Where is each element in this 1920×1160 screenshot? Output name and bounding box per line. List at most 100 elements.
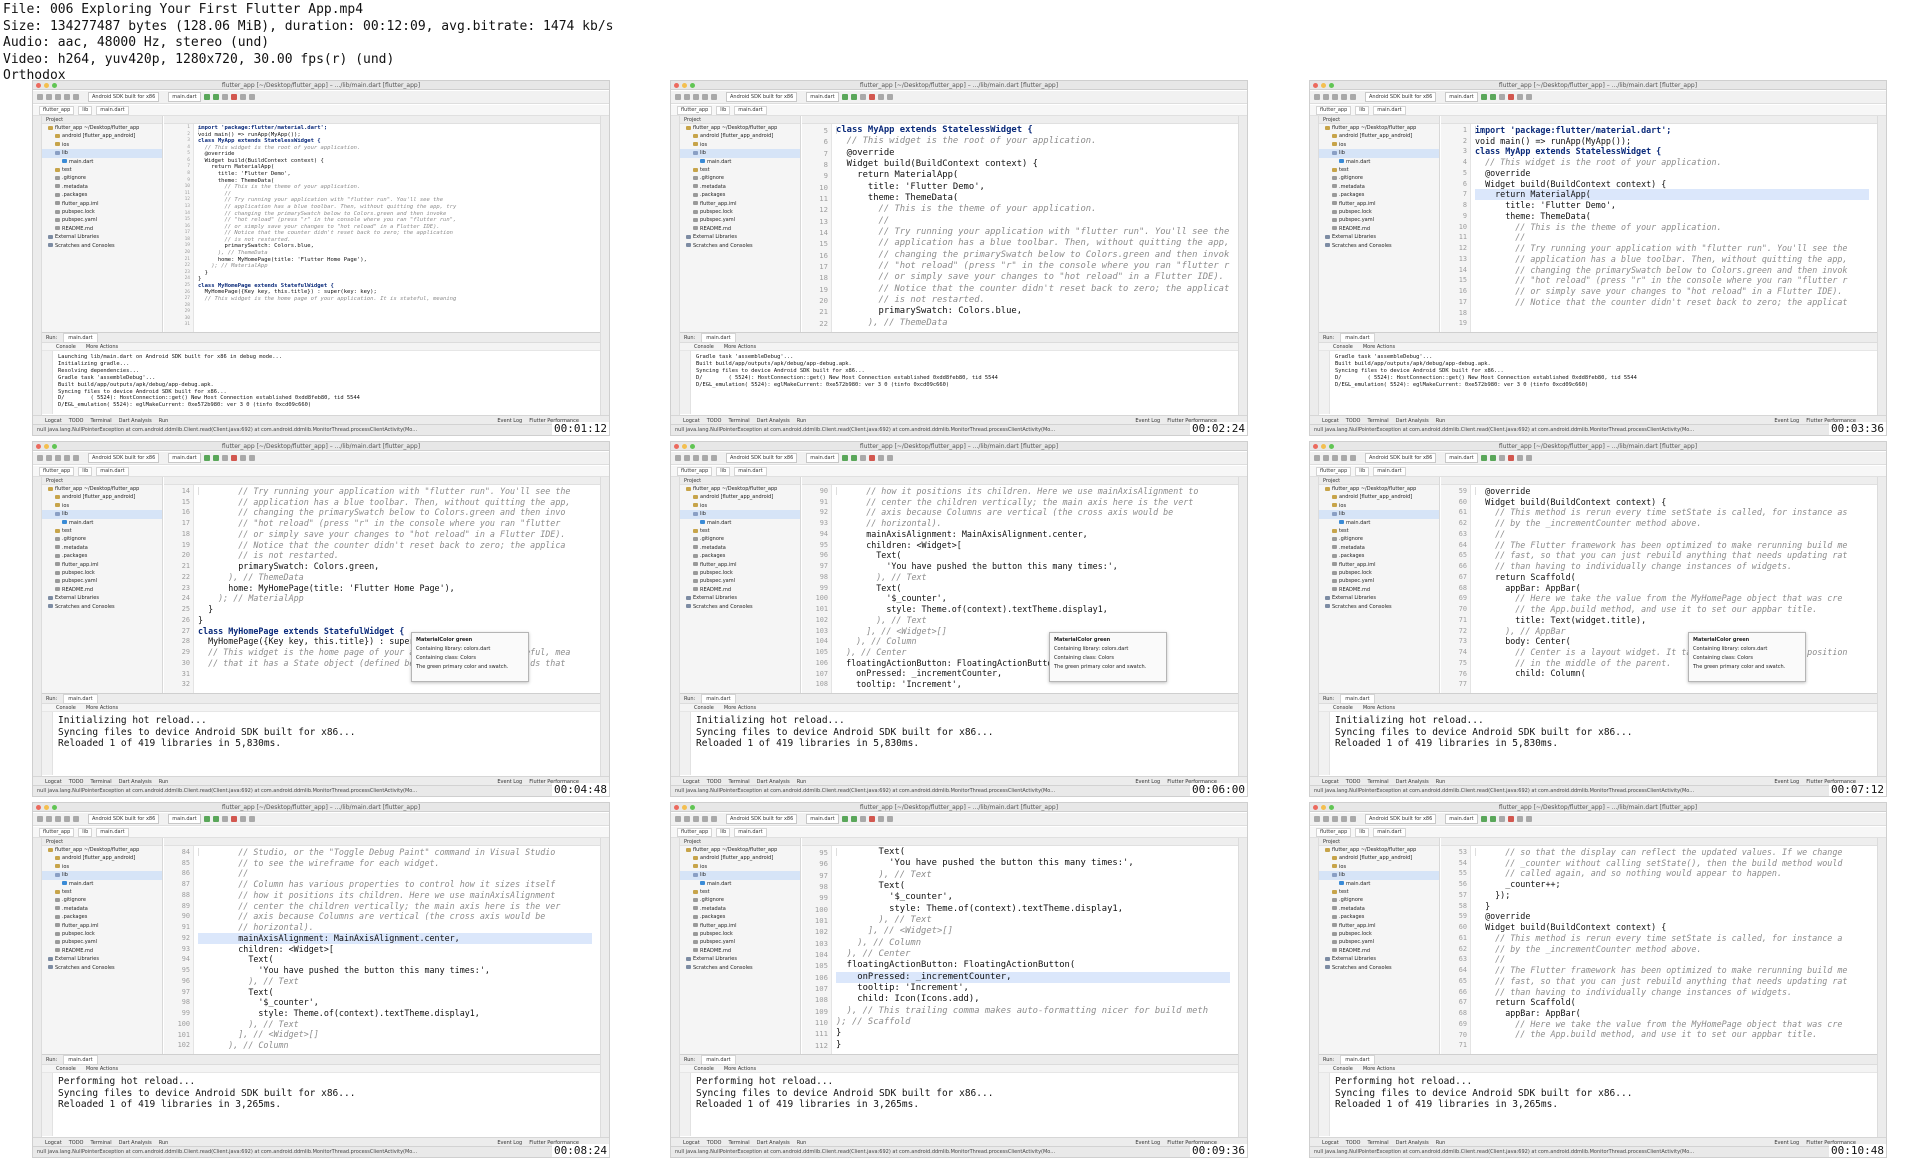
hot-reload-icon[interactable] bbox=[221, 94, 228, 100]
breadcrumb-item[interactable]: lib bbox=[78, 827, 93, 837]
tool-tab[interactable]: TODO bbox=[69, 779, 84, 785]
avd-manager-icon[interactable] bbox=[248, 94, 255, 100]
project-tree-item[interactable]: External Libraries bbox=[42, 233, 162, 241]
project-tree-item[interactable]: lib bbox=[1319, 510, 1439, 519]
run-panel-actions[interactable] bbox=[42, 1073, 53, 1136]
tool-tab[interactable]: Run bbox=[159, 418, 169, 424]
code-line[interactable]: // to see the wireframe for each widget. bbox=[198, 858, 592, 869]
project-tree-item[interactable]: flutter_app.iml bbox=[1319, 922, 1439, 930]
project-tree-item[interactable]: pubspec.lock bbox=[1319, 569, 1439, 577]
project-tree-item[interactable]: pubspec.lock bbox=[42, 208, 162, 216]
code-line[interactable]: mainAxisAlignment: MainAxisAlignment.cen… bbox=[198, 932, 592, 944]
project-tree-item[interactable]: pubspec.yaml bbox=[1319, 577, 1439, 585]
code-line[interactable]: // center the children vertically; the m… bbox=[836, 497, 1230, 508]
tool-tab[interactable]: Run bbox=[797, 779, 807, 785]
code-line[interactable]: // Here we take the value from the MyHom… bbox=[1475, 1019, 1869, 1030]
code-line[interactable]: // fast, so that you can just rebuild an… bbox=[1475, 550, 1869, 561]
project-tree-item[interactable]: flutter_app.iml bbox=[1319, 561, 1439, 569]
project-tree-item[interactable]: lib bbox=[1319, 871, 1439, 880]
breadcrumb-item[interactable]: flutter_app bbox=[39, 827, 75, 837]
project-tree-item[interactable]: ios bbox=[1319, 502, 1439, 510]
code-line[interactable]: // or simply save your changes to "hot r… bbox=[198, 529, 592, 540]
stop-icon[interactable] bbox=[868, 455, 875, 461]
code-line[interactable]: primarySwatch: Colors.blue, bbox=[198, 243, 592, 250]
device-selector[interactable]: Android SDK built for x86 bbox=[726, 453, 798, 463]
debug-icon[interactable] bbox=[212, 816, 219, 822]
project-tree-item[interactable]: .metadata bbox=[42, 183, 162, 191]
code-line[interactable]: MyHomePage({Key key, this.title}) : supe… bbox=[198, 289, 592, 296]
code-editor[interactable]: main.dart 5 67 8 910 11 1213 14 1516 17 1819 20 212… bbox=[802, 116, 1238, 332]
sync-icon[interactable] bbox=[55, 94, 61, 100]
project-tree-item[interactable]: External Libraries bbox=[680, 594, 800, 602]
project-tree-item[interactable]: .gitignore bbox=[42, 535, 162, 543]
project-tree-item[interactable]: External Libraries bbox=[680, 955, 800, 963]
sdk-manager-icon[interactable] bbox=[239, 94, 246, 100]
project-tree-item[interactable]: flutter_app ~/Desktop/flutter_app bbox=[680, 485, 800, 493]
code-line[interactable]: }); bbox=[1475, 890, 1869, 901]
ide-screenshot-tile[interactable]: flutter_app [~/Desktop/flutter_app] – ..… bbox=[32, 802, 610, 1158]
project-tree-item[interactable]: main.dart bbox=[42, 158, 162, 166]
code-editor[interactable]: main.dart 141516171819202122232425262728… bbox=[164, 477, 600, 693]
right-tool-strip[interactable] bbox=[600, 477, 609, 785]
save-icon[interactable] bbox=[1323, 455, 1329, 461]
tool-tab[interactable]: Logcat bbox=[683, 418, 700, 424]
project-panel-header[interactable]: Project bbox=[680, 838, 800, 846]
project-tree-item[interactable]: .packages bbox=[1319, 191, 1439, 199]
project-tree-item[interactable]: README.md bbox=[42, 225, 162, 233]
run-icon[interactable] bbox=[203, 816, 210, 822]
back-icon[interactable] bbox=[702, 455, 708, 461]
forward-icon[interactable] bbox=[73, 94, 79, 100]
folder-icon[interactable] bbox=[675, 94, 681, 100]
project-tree-item[interactable]: .metadata bbox=[1319, 183, 1439, 191]
project-tree-item[interactable]: flutter_app.iml bbox=[42, 922, 162, 930]
code-editor[interactable]: main.dart 123456789101112131415161718192… bbox=[164, 116, 600, 332]
project-tree-item[interactable]: flutter_app ~/Desktop/flutter_app bbox=[680, 124, 800, 132]
console-tab[interactable]: More Actions bbox=[1363, 1066, 1395, 1072]
run-config-selector[interactable]: main.dart bbox=[1445, 453, 1478, 463]
code-line[interactable]: ), // Text bbox=[836, 870, 1230, 881]
code-line[interactable]: // Try running your application with "fl… bbox=[198, 486, 592, 497]
device-selector[interactable]: Android SDK built for x86 bbox=[88, 453, 160, 463]
project-tree-item[interactable]: Scratches and Consoles bbox=[1319, 964, 1439, 972]
code-line[interactable]: home: MyHomePage(title: 'Flutter Home Pa… bbox=[198, 257, 592, 264]
save-icon[interactable] bbox=[46, 94, 52, 100]
project-tree-item[interactable]: .gitignore bbox=[680, 174, 800, 182]
breadcrumb-item[interactable]: main.dart bbox=[734, 827, 767, 837]
code-line[interactable]: // how it positions its children. Here w… bbox=[198, 890, 592, 901]
project-tree-item[interactable]: pubspec.lock bbox=[680, 208, 800, 216]
sdk-manager-icon[interactable] bbox=[239, 455, 246, 461]
project-tree-item[interactable]: android [flutter_app_android] bbox=[42, 132, 162, 140]
run-icon[interactable] bbox=[841, 94, 848, 100]
debug-icon[interactable] bbox=[212, 94, 219, 100]
project-panel-header[interactable]: Project bbox=[42, 477, 162, 485]
code-line[interactable]: // Notice that the counter didn't reset … bbox=[198, 230, 592, 237]
project-tree-item[interactable]: main.dart bbox=[680, 880, 800, 888]
code-line[interactable]: ), // Text bbox=[198, 1019, 592, 1030]
code-line[interactable]: // "hot reload" (press "r" in the consol… bbox=[836, 261, 1230, 272]
code-line[interactable]: class MyApp extends StatelessWidget { bbox=[836, 125, 1230, 136]
left-tool-strip[interactable] bbox=[1310, 838, 1319, 1146]
code-line[interactable]: // application has a blue toolbar. Then,… bbox=[198, 497, 592, 508]
right-tool-strip[interactable] bbox=[1877, 116, 1886, 424]
code-line[interactable]: tooltip: 'Increment', bbox=[836, 679, 1230, 690]
code-line[interactable]: // bbox=[1475, 529, 1869, 540]
folder-icon[interactable] bbox=[37, 816, 43, 822]
run-tab-main-dart[interactable]: main.dart bbox=[701, 694, 736, 704]
breadcrumb-item[interactable]: flutter_app bbox=[677, 827, 713, 837]
folder-icon[interactable] bbox=[675, 455, 681, 461]
code-line[interactable]: import 'package:flutter/material.dart'; bbox=[1475, 125, 1869, 136]
code-line[interactable]: style: Theme.of(context).textTheme.displ… bbox=[836, 604, 1230, 615]
run-tab-main-dart[interactable]: main.dart bbox=[63, 1055, 98, 1065]
run-panel-actions[interactable] bbox=[680, 351, 691, 414]
tool-tab[interactable]: Run bbox=[1436, 418, 1446, 424]
back-icon[interactable] bbox=[702, 94, 708, 100]
code-line[interactable]: // Center is a layout widget. It takes a… bbox=[1475, 647, 1869, 658]
project-tree-item[interactable]: .gitignore bbox=[42, 896, 162, 904]
tool-tab[interactable]: Logcat bbox=[45, 1140, 62, 1146]
code-line[interactable]: // than having to individually change in… bbox=[1475, 987, 1869, 998]
left-tool-strip[interactable] bbox=[33, 838, 42, 1146]
project-tree-item[interactable]: ios bbox=[680, 141, 800, 149]
project-tree-item[interactable]: lib bbox=[42, 510, 162, 519]
code-line[interactable]: MyHomePage({Key key, this.title}) : supe… bbox=[198, 636, 592, 647]
project-tree-item[interactable]: test bbox=[42, 527, 162, 535]
